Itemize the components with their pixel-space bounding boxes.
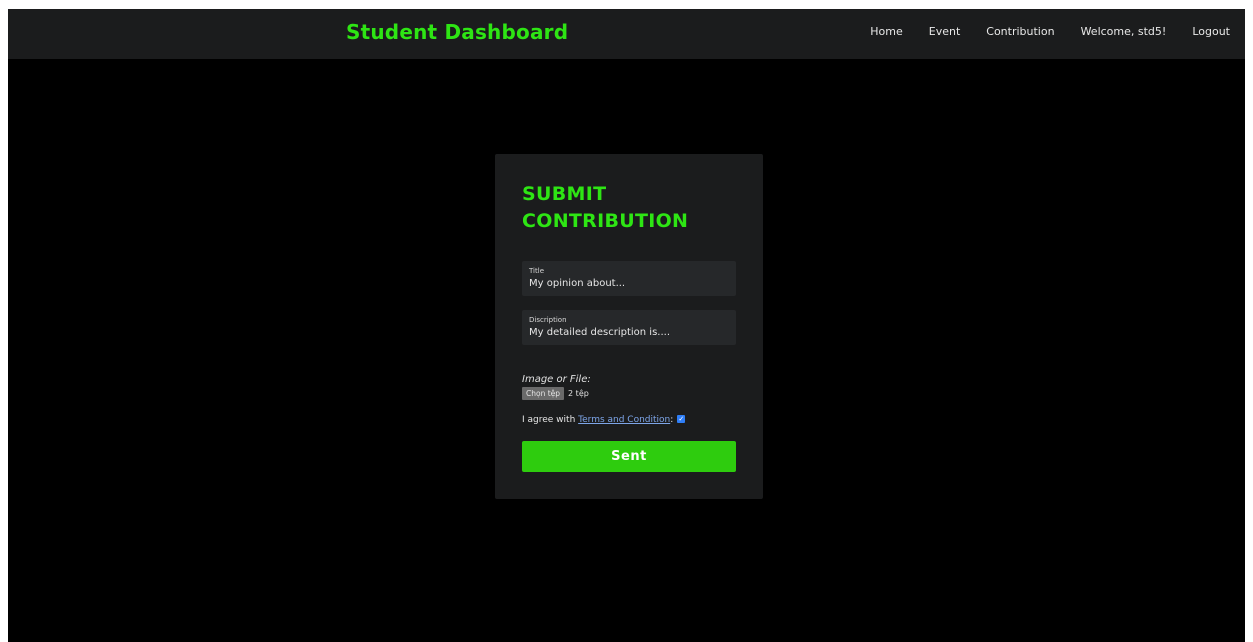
- title-field-label: Title: [529, 267, 545, 275]
- description-input[interactable]: My detailed description is....: [529, 327, 670, 338]
- description-field-label: Discription: [529, 316, 567, 324]
- file-upload-label: Image or File:: [522, 374, 591, 385]
- agreement-prefix: I agree with: [522, 415, 579, 425]
- form-title: SUBMIT CONTRIBUTION: [522, 183, 689, 232]
- title-field[interactable]: Title My opinion about...: [522, 261, 736, 296]
- file-count-status: 2 tệp: [568, 389, 589, 398]
- nav-logout-link[interactable]: Logout: [1192, 25, 1230, 38]
- check-icon: ✓: [678, 415, 685, 423]
- navbar: Student Dashboard Home Event Contributio…: [8, 9, 1245, 59]
- brand-title[interactable]: Student Dashboard: [346, 20, 568, 44]
- nav-home-link[interactable]: Home: [870, 25, 902, 38]
- description-field[interactable]: Discription My detailed description is..…: [522, 310, 736, 345]
- app-viewport: Student Dashboard Home Event Contributio…: [8, 9, 1245, 642]
- nav-contribution-link[interactable]: Contribution: [986, 25, 1054, 38]
- title-input[interactable]: My opinion about...: [529, 278, 625, 289]
- contribution-form-card: SUBMIT CONTRIBUTION Title My opinion abo…: [495, 154, 763, 499]
- file-upload-row: Chọn tệp 2 tệp: [522, 387, 589, 400]
- submit-button[interactable]: Sent: [522, 441, 736, 472]
- nav-welcome-user[interactable]: Welcome, std5!: [1081, 25, 1167, 38]
- agreement-suffix: :: [670, 415, 674, 425]
- nav-links: Home Event Contribution Welcome, std5! L…: [844, 25, 1230, 38]
- terms-link[interactable]: Terms and Condition: [578, 415, 670, 425]
- terms-checkbox[interactable]: ✓: [677, 415, 686, 423]
- terms-agreement-row: I agree with Terms and Condition : ✓: [522, 415, 686, 425]
- choose-file-button[interactable]: Chọn tệp: [522, 387, 565, 400]
- nav-event-link[interactable]: Event: [929, 25, 961, 38]
